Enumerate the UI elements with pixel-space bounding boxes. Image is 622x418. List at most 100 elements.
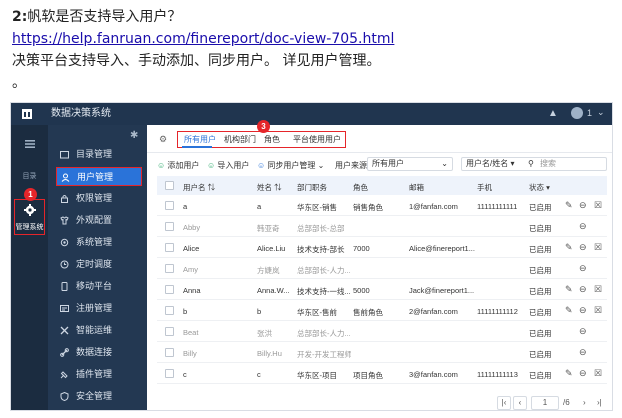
- add-user-button[interactable]: ☺ 添加用户: [157, 160, 199, 171]
- menu-item-mobile[interactable]: 移动平台: [56, 277, 142, 296]
- row-checkbox[interactable]: [165, 201, 174, 210]
- next-page-button[interactable]: ›: [583, 396, 586, 410]
- table-row[interactable]: Abby 韩亚奇 总部部长-总部 已启用 ⊖: [157, 217, 607, 237]
- tab-departments[interactable]: 机构部门: [224, 134, 256, 145]
- disable-icon[interactable]: ⊖: [579, 368, 587, 379]
- bell-icon[interactable]: ▲: [548, 108, 558, 119]
- edit-icon[interactable]: ✎: [565, 368, 573, 379]
- sort-icon: ⇅: [274, 183, 282, 192]
- disable-icon[interactable]: ⊖: [579, 242, 587, 253]
- disable-icon[interactable]: ⊖: [579, 347, 587, 358]
- cell-name: a: [257, 202, 262, 211]
- edit-icon[interactable]: ✎: [565, 305, 573, 316]
- settings-icon[interactable]: ⚙: [159, 134, 167, 145]
- delete-icon[interactable]: ☒: [594, 200, 602, 211]
- select-all-checkbox[interactable]: [165, 181, 174, 190]
- last-page-button[interactable]: ›|: [597, 396, 602, 410]
- list-icon[interactable]: [24, 138, 36, 150]
- menu-item-register[interactable]: 注册管理: [56, 299, 142, 318]
- prev-page-button[interactable]: ‹: [513, 396, 527, 410]
- add-user-icon: ☺: [157, 161, 166, 170]
- col-phone: 手机: [477, 183, 492, 192]
- menu-item-plugins[interactable]: 插件管理: [56, 365, 142, 384]
- search-field-select[interactable]: 用户名/姓名 ▾: [466, 158, 514, 170]
- row-checkbox[interactable]: [165, 327, 174, 336]
- help-link[interactable]: https://help.fanruan.com/finereport/doc-…: [12, 28, 394, 50]
- menu-item-appearance[interactable]: 外观配置: [56, 211, 142, 230]
- cell-name: b: [257, 307, 262, 316]
- table-row[interactable]: Beat 张洪 总部部长-人力... 已启用 ⊖: [157, 322, 607, 342]
- disable-icon[interactable]: ⊖: [579, 305, 587, 316]
- chevron-down-icon[interactable]: ⌄: [597, 107, 605, 118]
- cell-username: Anna: [183, 286, 201, 295]
- menu-settings-icon[interactable]: ✱: [130, 130, 138, 141]
- table-row[interactable]: Anna Anna.W... 技术支持-一线... 5000 Jack@finerepo…: [157, 280, 607, 300]
- row-checkbox[interactable]: [165, 243, 174, 252]
- search-input[interactable]: 搜索: [540, 158, 556, 170]
- col-name[interactable]: 姓名 ⇅: [257, 182, 282, 193]
- cell-name: Alice.Liu: [257, 244, 286, 253]
- delete-icon[interactable]: ☒: [594, 284, 602, 295]
- menu-item-users[interactable]: 用户管理: [56, 167, 142, 186]
- cell-email: 1@fanfan.com: [409, 202, 458, 211]
- tab-all-users[interactable]: 所有用户: [184, 134, 216, 145]
- user-badge: 1: [587, 108, 593, 118]
- sync-user-button[interactable]: ☺ 同步用户管理 ⌄: [257, 160, 324, 171]
- faq-question: 2:帆软是否支持导入用户？: [12, 6, 612, 28]
- menu-item-ops[interactable]: 智能运维: [56, 321, 142, 340]
- cell-name: 韩亚奇: [257, 224, 280, 233]
- menu-item-security[interactable]: 安全管理: [56, 387, 142, 406]
- row-checkbox[interactable]: [165, 285, 174, 294]
- delete-icon[interactable]: ☒: [594, 368, 602, 379]
- menu-item-data-connection[interactable]: 数据连接: [56, 343, 142, 362]
- disable-icon[interactable]: ⊖: [579, 221, 587, 232]
- table-row[interactable]: Alice Alice.Liu 技术支持-部长 7000 Alice@finerepor…: [157, 238, 607, 258]
- disable-icon[interactable]: ⊖: [579, 326, 587, 337]
- edit-icon[interactable]: ✎: [565, 284, 573, 295]
- menu-item-permissions[interactable]: 权限管理: [56, 189, 142, 208]
- tab-platform-users[interactable]: 平台使用用户: [293, 134, 341, 145]
- cell-role: 7000: [353, 244, 370, 253]
- table-row[interactable]: Billy Billy.Hu 开发-开发工程师 已启用 ⊖: [157, 343, 607, 363]
- row-checkbox[interactable]: [165, 306, 174, 315]
- disable-icon[interactable]: ⊖: [579, 284, 587, 295]
- row-checkbox[interactable]: [165, 348, 174, 357]
- cell-dept: 技术支持-部长: [297, 245, 345, 254]
- edit-icon[interactable]: ✎: [565, 200, 573, 211]
- cell-dept: 技术支持-一线...: [297, 287, 351, 296]
- cell-username: Billy: [183, 349, 197, 358]
- rail-item-directory[interactable]: 目录: [11, 171, 48, 181]
- delete-icon[interactable]: ☒: [594, 305, 602, 316]
- col-username[interactable]: 用户名 ⇅: [183, 182, 215, 193]
- col-status[interactable]: 状态 ▾: [529, 182, 550, 193]
- table-row[interactable]: a a 华东区-销售 销售角色 1@fanfan.com 11111111111 已启用 ✎ ⊖…: [157, 196, 607, 216]
- tab-roles[interactable]: 角色: [264, 134, 280, 145]
- cell-status: 已启用: [529, 371, 552, 380]
- table-row[interactable]: b b 华东区-售前 售前角色 2@fanfan.com 11111111112 已启用 ✎ ⊖…: [157, 301, 607, 321]
- table-row[interactable]: c c 华东区-项目 项目角色 3@fanfan.com 11111111113 已启用 ✎ ⊖…: [157, 364, 607, 384]
- row-checkbox[interactable]: [165, 222, 174, 231]
- cell-username: Beat: [183, 328, 199, 337]
- row-checkbox[interactable]: [165, 369, 174, 378]
- search-box[interactable]: 用户名/姓名 ▾ ⚲ 搜索: [461, 157, 607, 171]
- table-row[interactable]: Amy 方婕岚 总部部长-人力... 已启用 ⊖: [157, 259, 607, 279]
- row-checkbox[interactable]: [165, 264, 174, 273]
- menu-item-schedule[interactable]: 定时调度: [56, 255, 142, 274]
- first-page-button[interactable]: |‹: [497, 396, 511, 410]
- toolbar: ☺ 添加用户 ☺ 导入用户 ☺ 同步用户管理 ⌄ 用户来源 所有用户 ⌄ 用户名…: [147, 156, 612, 174]
- menu-item-system[interactable]: 系统管理: [56, 233, 142, 252]
- link-icon: [60, 348, 69, 357]
- edit-icon[interactable]: ✎: [565, 242, 573, 253]
- delete-icon[interactable]: ☒: [594, 242, 602, 253]
- rail-item-management[interactable]: 管理系统: [14, 199, 45, 235]
- avatar[interactable]: [571, 107, 583, 119]
- disable-icon[interactable]: ⊖: [579, 263, 587, 274]
- cell-dept: 华东区-售前: [297, 308, 337, 317]
- disable-icon[interactable]: ⊖: [579, 200, 587, 211]
- menu-item-directory[interactable]: 目录管理: [56, 145, 142, 164]
- cell-status: 已启用: [529, 287, 552, 296]
- source-select[interactable]: 所有用户 ⌄: [367, 157, 453, 171]
- import-user-button[interactable]: ☺ 导入用户: [207, 160, 249, 171]
- page-input[interactable]: 1: [531, 396, 559, 410]
- cell-email: 3@fanfan.com: [409, 370, 458, 379]
